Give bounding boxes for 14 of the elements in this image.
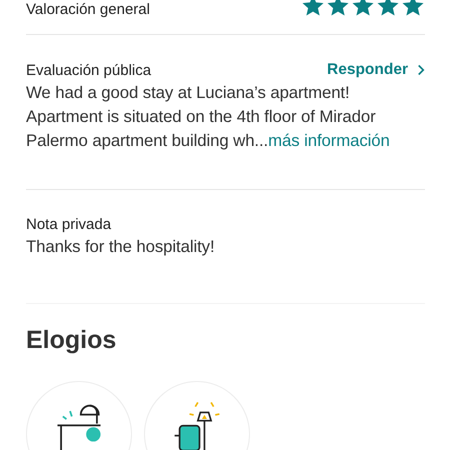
star-icon — [326, 0, 350, 18]
review-text: We had a good stay at Luciana’s apartment! Apartment is situated on the 4th floor of Mirador Palermo apartment building wh...más información — [26, 82, 391, 152]
section-label: Nota privada — [26, 216, 112, 233]
star-icon — [401, 0, 425, 18]
more-link[interactable]: más información — [268, 131, 390, 150]
note-text: Thanks for the hospitality! — [26, 236, 216, 258]
star-icon — [351, 0, 375, 18]
section-title: Elogios — [26, 326, 118, 355]
rating-label: Valoración general — [26, 0, 150, 18]
star-icon — [301, 0, 325, 18]
section-label: Evaluación pública — [26, 62, 152, 78]
star-icon — [376, 0, 400, 18]
reply-link[interactable]: Responder — [327, 61, 425, 79]
chevron-right-icon — [417, 64, 425, 76]
